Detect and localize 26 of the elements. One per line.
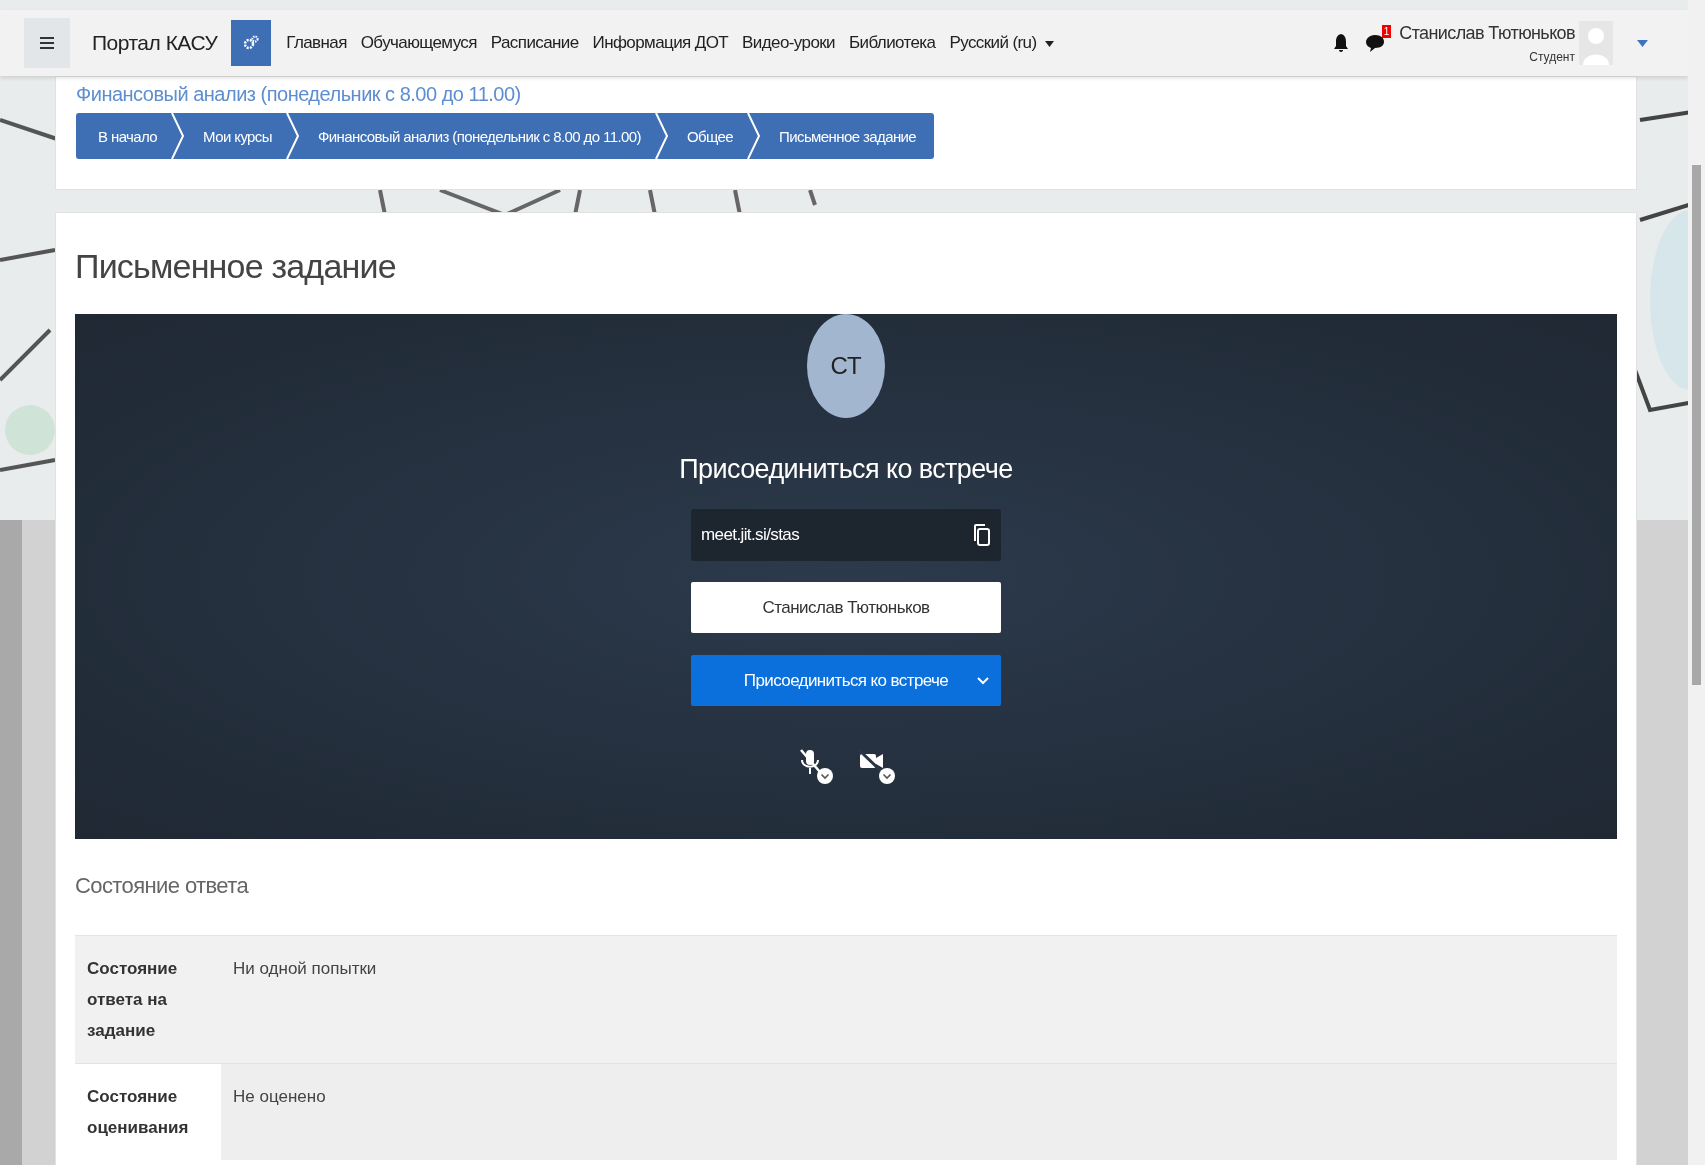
nav-link[interactable]: Расписание <box>490 33 579 53</box>
table-cell: Ни одной попытки <box>221 936 1617 1063</box>
user-role: Студент <box>1529 49 1575 64</box>
name-field[interactable]: Станислав Тютюньков <box>691 582 1001 633</box>
breadcrumb-link[interactable]: Мои курсы <box>185 127 286 145</box>
breadcrumb-link[interactable]: Общее <box>668 127 748 145</box>
nav-link[interactable]: Главная <box>286 33 347 53</box>
meeting-heading: Присоединиться ко встрече <box>679 454 1013 485</box>
meeting-link-field[interactable]: meet.jit.si/stas <box>691 509 1001 561</box>
nav-link[interactable]: Обучающемуся <box>360 33 477 53</box>
breadcrumb-link[interactable]: Финансовый анализ (понедельник с 8.00 до 11.00) <box>299 127 655 145</box>
breadcrumb-link[interactable]: В начало <box>80 127 172 145</box>
table-header-cell: Состояние ответа на задание <box>75 936 221 1063</box>
avatar: СТ <box>807 314 885 418</box>
nav-link[interactable]: Видео-уроки <box>742 33 835 53</box>
user-name[interactable]: Станислав Тютюньков <box>1399 22 1575 44</box>
nav-link[interactable]: Информация ДОТ <box>592 33 729 53</box>
page-title: Письменное задание <box>75 247 397 286</box>
nav-link[interactable]: Библиотека <box>849 33 936 53</box>
section-heading: Состояние ответа <box>75 873 250 899</box>
table-cell: Не оценено <box>221 1064 1617 1160</box>
notification-badge: 1 <box>1381 25 1392 38</box>
language-menu[interactable]: Русский (ru) <box>949 33 1054 53</box>
site-name[interactable]: Портал КАСУ <box>92 31 218 55</box>
join-button[interactable]: Присоединиться ко встрече <box>691 655 1001 706</box>
breadcrumb-link[interactable]: Письменное задание <box>761 127 931 145</box>
